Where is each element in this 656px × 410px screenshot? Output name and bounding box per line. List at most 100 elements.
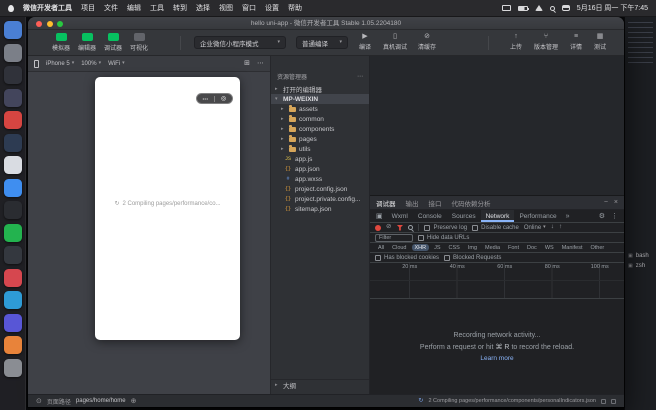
debugger-panel-button[interactable]: 调试器: [100, 33, 126, 52]
page-info-icon[interactable]: ⊙: [36, 398, 42, 405]
filter-chip[interactable]: CSS: [446, 244, 463, 251]
page-path-value[interactable]: pages/home/home: [76, 398, 126, 404]
dock-app-icon-app4[interactable]: [3, 88, 22, 107]
filter-chip[interactable]: Manifest: [559, 244, 586, 251]
clear-cache-button[interactable]: ⊘ 清缓存: [414, 33, 440, 51]
close-icon[interactable]: ×: [614, 199, 618, 206]
file-item[interactable]: JS app.js: [271, 154, 369, 164]
dock-app-icon-app9[interactable]: [3, 201, 22, 219]
zoom-window-button[interactable]: [57, 20, 63, 27]
dock-app-icon-app15[interactable]: [3, 336, 22, 354]
filter-chip[interactable]: Doc: [524, 244, 540, 251]
file-item[interactable]: # app.wxss: [271, 174, 369, 184]
folder-item[interactable]: ▸ components: [271, 124, 369, 134]
upload-button[interactable]: ↑ 上传: [506, 33, 526, 51]
devtools-tab[interactable]: Console: [413, 210, 447, 222]
menu-item[interactable]: 帮助: [288, 3, 302, 13]
learn-more-link[interactable]: Learn more: [480, 355, 513, 362]
filter-chip[interactable]: Other: [587, 244, 607, 251]
minimize-icon[interactable]: −: [604, 199, 608, 206]
minimize-window-button[interactable]: [46, 20, 53, 27]
menu-item[interactable]: 项目: [81, 3, 95, 13]
dock-app-icon-app2[interactable]: [3, 43, 22, 62]
dock-app-icon-app11[interactable]: [3, 246, 22, 264]
dock-app-icon-app5[interactable]: [3, 111, 22, 129]
window-titlebar[interactable]: hello uni-app - 微信开发者工具 Stable 1.05.2204…: [28, 17, 624, 30]
dock-app-icon-app3[interactable]: [3, 66, 22, 84]
devtools-tab[interactable]: Network: [480, 210, 515, 222]
visualization-panel-button[interactable]: 可视化: [126, 33, 152, 52]
terminal-item[interactable]: ▣ zsh: [628, 263, 653, 269]
debugger-tab[interactable]: 调试器: [376, 198, 396, 208]
filter-chip[interactable]: Img: [465, 244, 480, 251]
dock-app-icon-app10[interactable]: [3, 223, 22, 242]
import-har-icon[interactable]: ↓: [551, 224, 554, 231]
dock-app-icon-app14[interactable]: [3, 313, 22, 332]
compile-mode-dropdown[interactable]: 普通编译 ▾: [296, 36, 348, 49]
menubar-clock[interactable]: 5月16日 周一 下午7:45: [577, 3, 648, 13]
menu-item[interactable]: 转到: [173, 3, 187, 13]
clock-icon[interactable]: [611, 398, 616, 404]
filter-input[interactable]: Filter: [375, 233, 413, 242]
wifi-icon[interactable]: [534, 5, 543, 11]
menu-dots-icon[interactable]: •••: [197, 96, 214, 101]
menubar-app-name[interactable]: 微信开发者工具: [23, 3, 72, 13]
network-select[interactable]: WiFi ▾: [108, 61, 125, 67]
dock-app-icon-app16[interactable]: [3, 358, 22, 377]
devtools-tab[interactable]: Performance: [514, 210, 561, 222]
miniprogram-capsule[interactable]: ••• ◎: [196, 93, 233, 104]
editor-panel-button[interactable]: 编辑器: [74, 33, 100, 52]
menu-item[interactable]: 编辑: [127, 3, 141, 13]
file-item[interactable]: {} app.json: [271, 164, 369, 174]
folder-item[interactable]: ▸ utils: [271, 144, 369, 154]
mode-dropdown[interactable]: 企业微信小程序模式 ▾: [194, 36, 286, 49]
compile-button[interactable]: ▶ 编译: [354, 33, 376, 51]
close-window-button[interactable]: [36, 20, 42, 27]
file-item[interactable]: {} sitemap.json: [271, 204, 369, 214]
more-icon[interactable]: ⋯: [257, 60, 264, 67]
clear-icon[interactable]: ⊘: [386, 224, 391, 231]
filter-chip[interactable]: XHR: [411, 244, 430, 251]
add-page-icon[interactable]: ⊕: [131, 398, 137, 405]
filter-chip[interactable]: Cloud: [389, 244, 409, 251]
notification-icon[interactable]: [601, 398, 606, 404]
folder-item[interactable]: ▸ common: [271, 114, 369, 124]
dock-app-icon-app8[interactable]: [3, 178, 22, 197]
debugger-tab[interactable]: 代码依赖分析: [452, 198, 491, 208]
device-select[interactable]: iPhone 5 ▾: [46, 61, 74, 67]
test-button[interactable]: ▦ 测试: [590, 33, 610, 51]
terminal-item[interactable]: ▣ bash: [628, 253, 653, 259]
open-editors-row[interactable]: ▸ 打开的编辑器: [271, 84, 369, 94]
device-debug-button[interactable]: ▯ 真机调试: [380, 33, 410, 51]
record-icon[interactable]: [375, 224, 381, 231]
dock-app-icon-app7[interactable]: [3, 156, 22, 174]
debugger-tab[interactable]: 接口: [429, 198, 442, 208]
preserve-log-checkbox[interactable]: Preserve log: [424, 224, 467, 231]
filter-chip[interactable]: Font: [505, 244, 522, 251]
search-icon[interactable]: [549, 5, 555, 11]
gear-icon[interactable]: ⚙: [597, 213, 607, 220]
dock-app-icon-app12[interactable]: [3, 268, 22, 287]
menu-item[interactable]: 视图: [219, 3, 233, 13]
export-har-icon[interactable]: ↑: [559, 224, 562, 231]
inspect-icon[interactable]: ▣: [374, 213, 385, 220]
devtools-tab[interactable]: Wxml: [387, 210, 413, 222]
display-icon[interactable]: [501, 5, 511, 11]
exit-capsule-icon[interactable]: ◎: [215, 96, 232, 102]
more-vert-icon[interactable]: ⋮: [609, 213, 620, 220]
throttling-select[interactable]: Online ▾: [524, 225, 546, 231]
menu-item[interactable]: 窗口: [242, 3, 256, 13]
menu-item[interactable]: 选择: [196, 3, 210, 13]
has-blocked-cookies-checkbox[interactable]: Has blocked cookies: [375, 254, 439, 261]
filter-chip[interactable]: All: [375, 244, 387, 251]
version-control-button[interactable]: ⑂ 版本管理: [530, 33, 562, 51]
menu-item[interactable]: 设置: [265, 3, 279, 13]
hide-data-urls-checkbox[interactable]: Hide data URLs: [418, 234, 469, 241]
search-icon[interactable]: [408, 225, 414, 230]
details-button[interactable]: ≡ 详情: [566, 33, 586, 51]
debugger-tab[interactable]: 输出: [406, 198, 419, 208]
disable-cache-checkbox[interactable]: Disable cache: [472, 224, 519, 231]
simulator-panel-button[interactable]: 模拟器: [48, 33, 74, 52]
folder-item[interactable]: ▸ pages: [271, 134, 369, 144]
outline-row[interactable]: ▸ 大纲: [271, 379, 369, 390]
